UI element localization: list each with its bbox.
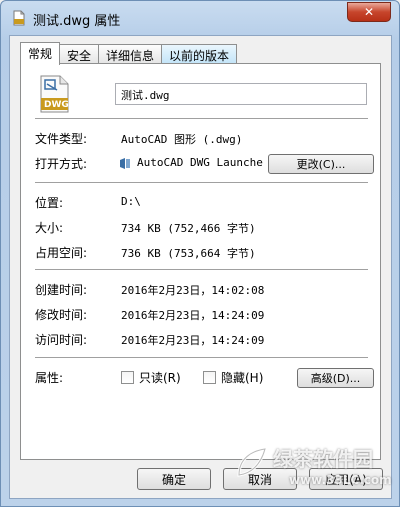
tab-previous-versions[interactable]: 以前的版本 [161, 44, 238, 64]
close-button[interactable]: ✕ [347, 2, 391, 22]
size-label: 大小: [35, 221, 64, 235]
tab-details[interactable]: 详细信息 [98, 44, 163, 64]
modified-label: 修改时间: [35, 308, 88, 322]
dialog-client-area: 常规 安全 详细信息 以前的版本 DWG 测试.dwg 文件类型: AutoCA… [9, 35, 392, 499]
created-value: 2016年2月23日，14:02:08 [121, 284, 265, 297]
dwg-large-icon: DWG [35, 74, 75, 114]
accessed-row: 访问时间: 2016年2月23日，14:24:09 [21, 329, 380, 349]
location-value: D:\ [121, 195, 141, 208]
filename-input[interactable]: 测试.dwg [115, 83, 367, 105]
modified-row: 修改时间: 2016年2月23日，14:24:09 [21, 304, 380, 324]
readonly-checkbox[interactable] [121, 371, 134, 384]
tab-strip: 常规 安全 详细信息 以前的版本 [20, 42, 238, 65]
modified-value: 2016年2月23日，14:24:09 [121, 309, 265, 322]
title-bar[interactable]: 测试.dwg 属性 ✕ [1, 1, 399, 35]
attributes-row: 属性: 只读(R) 隐藏(H) 高级(D)... [21, 367, 380, 388]
window-title: 测试.dwg 属性 [33, 14, 121, 29]
tab-security[interactable]: 安全 [59, 44, 100, 64]
open-with-value: AutoCAD DWG Launche [137, 156, 263, 169]
attributes-label: 属性: [35, 371, 64, 385]
created-label: 创建时间: [35, 283, 88, 297]
disk-size-row: 占用空间: 736 KB (753,664 字节) [21, 242, 380, 262]
hidden-label[interactable]: 隐藏(H) [221, 369, 263, 386]
divider [35, 357, 368, 358]
divider [35, 118, 368, 119]
cancel-button[interactable]: 取消 [223, 468, 297, 490]
ok-button[interactable]: 确定 [137, 468, 211, 490]
divider [35, 182, 368, 183]
location-label: 位置: [35, 196, 64, 210]
dwg-icon-label: DWG [44, 100, 69, 110]
dwg-file-icon [13, 10, 25, 26]
accessed-label: 访问时间: [35, 333, 88, 347]
readonly-label[interactable]: 只读(R) [139, 369, 181, 386]
size-row: 大小: 734 KB (752,466 字节) [21, 217, 380, 237]
location-row: 位置: D:\ [21, 192, 380, 212]
disk-size-value: 736 KB (753,664 字节) [121, 247, 256, 260]
open-with-label: 打开方式: [35, 157, 88, 171]
advanced-button[interactable]: 高级(D)... [297, 368, 374, 388]
autocad-app-icon [120, 158, 130, 169]
size-value: 734 KB (752,466 字节) [121, 222, 256, 235]
file-type-value: AutoCAD 图形 (.dwg) [121, 133, 243, 146]
file-type-row: 文件类型: AutoCAD 图形 (.dwg) [21, 128, 380, 148]
change-button[interactable]: 更改(C)... [268, 154, 374, 174]
properties-window: 测试.dwg 属性 ✕ 常规 安全 详细信息 以前的版本 DWG 测试.dwg … [0, 0, 400, 507]
general-panel: DWG 测试.dwg 文件类型: AutoCAD 图形 (.dwg) 打开方式:… [20, 63, 381, 460]
divider [35, 269, 368, 270]
tab-general[interactable]: 常规 [20, 42, 61, 65]
open-with-row: 打开方式: AutoCAD DWG Launche 更改(C)... [21, 153, 380, 174]
apply-button[interactable]: 应用(A) [309, 468, 383, 490]
disk-size-label: 占用空间: [35, 246, 88, 260]
accessed-value: 2016年2月23日，14:24:09 [121, 334, 265, 347]
hidden-checkbox[interactable] [203, 371, 216, 384]
created-row: 创建时间: 2016年2月23日，14:02:08 [21, 279, 380, 299]
close-icon: ✕ [363, 5, 375, 19]
file-type-label: 文件类型: [35, 132, 88, 146]
